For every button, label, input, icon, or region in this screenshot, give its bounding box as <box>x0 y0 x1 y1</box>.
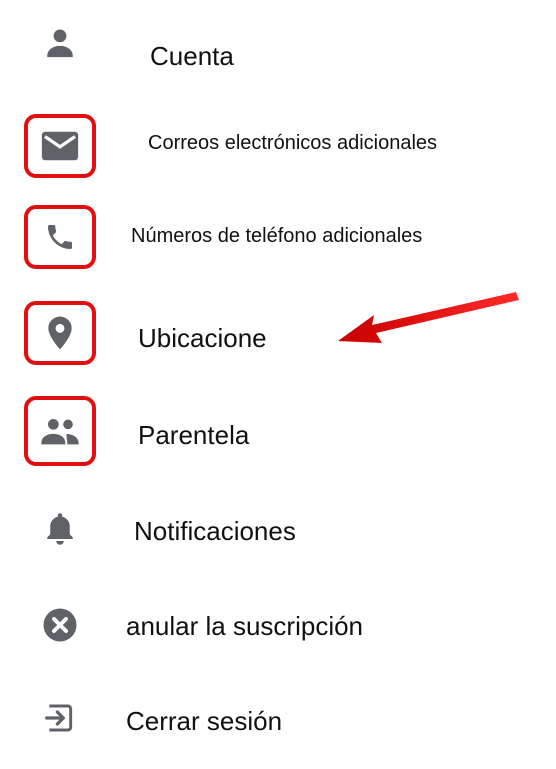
red-arrow-icon <box>338 292 519 343</box>
menu-item-correos[interactable]: Correos electrónicos adicionales <box>0 114 556 184</box>
icon-frame <box>24 25 96 89</box>
mail-icon <box>41 131 79 161</box>
menu-label: Ubicacione <box>138 323 267 353</box>
icon-frame <box>24 593 96 657</box>
menu-item-cuenta[interactable]: Cuenta <box>0 25 556 95</box>
menu-item-cerrar-sesion[interactable]: Cerrar sesión <box>0 686 556 756</box>
menu-item-notificaciones[interactable]: Notificaciones <box>0 497 556 567</box>
menu-item-anular-suscripcion[interactable]: anular la suscripción <box>0 593 556 663</box>
highlight-frame <box>24 205 96 269</box>
people-icon <box>41 419 79 445</box>
person-icon <box>47 29 73 58</box>
location-pin-icon <box>48 316 72 350</box>
icon-frame <box>24 497 96 561</box>
icon-frame <box>24 686 96 750</box>
menu-label: Notificaciones <box>134 516 296 546</box>
menu-label: Cerrar sesión <box>126 706 283 736</box>
menu-label: Números de teléfono adicionales <box>131 225 423 247</box>
menu-item-telefonos[interactable]: Números de teléfono adicionales <box>0 205 556 275</box>
highlight-frame <box>24 396 96 466</box>
highlight-frame <box>24 301 96 365</box>
menu-label: Parentela <box>138 420 250 450</box>
menu-item-parentela[interactable]: Parentela <box>0 396 556 466</box>
menu-label: Cuenta <box>150 41 234 71</box>
cancel-circle-icon <box>43 608 77 642</box>
menu-label: anular la suscripción <box>126 611 364 641</box>
menu-label: Correos electrónicos adicionales <box>148 132 438 154</box>
bell-icon <box>47 513 73 545</box>
highlight-frame <box>24 114 96 178</box>
phone-icon <box>48 225 72 249</box>
logout-icon <box>45 704 73 732</box>
